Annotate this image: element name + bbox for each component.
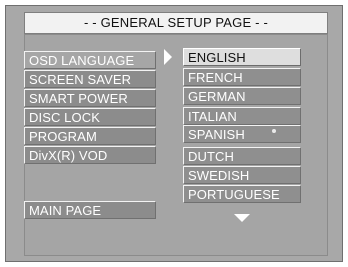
highlight-dot [272,129,276,133]
main-page-label: MAIN PAGE [29,203,102,218]
language-option-italian[interactable]: ITALIAN [183,107,301,125]
language-option-label: PORTUGUESE [188,187,280,202]
language-option-label: SPANISH [188,127,245,142]
language-option-label: DUTCH [188,149,234,164]
menu-item-label: SMART POWER [29,91,128,106]
menu-item-screen-saver[interactable]: SCREEN SAVER [24,70,156,88]
main-page-button[interactable]: MAIN PAGE [24,201,156,219]
language-option-label: SWEDISH [188,168,250,183]
triangle-down-icon[interactable] [234,214,250,222]
menu-item-label: DivX(R) VOD [29,148,108,163]
menu-item-program[interactable]: PROGRAM [24,127,156,145]
language-option-french[interactable]: FRENCH [183,68,301,86]
menu-item-label: DISC LOCK [29,110,100,125]
language-option-german[interactable]: GERMAN [183,87,301,105]
triangle-right-icon [164,49,172,65]
menu-item-divx-vod[interactable]: DivX(R) VOD [24,146,156,164]
menu-item-label: SCREEN SAVER [29,72,132,87]
menu-item-smart-power[interactable]: SMART POWER [24,89,156,107]
menu-item-label: PROGRAM [29,129,97,144]
menu-item-osd-language[interactable]: OSD LANGUAGE [24,51,156,69]
setup-screen: - - GENERAL SETUP PAGE - - OSD LANGUAGE … [5,5,343,262]
language-option-portuguese[interactable]: PORTUGUESE [183,185,301,203]
page-title: - - GENERAL SETUP PAGE - - [24,12,328,34]
language-option-label: ENGLISH [188,50,246,65]
language-option-english[interactable]: ENGLISH [183,48,301,66]
language-option-dutch[interactable]: DUTCH [183,147,301,165]
menu-item-disc-lock[interactable]: DISC LOCK [24,108,156,126]
menu-item-label: OSD LANGUAGE [29,53,135,68]
language-option-label: GERMAN [188,89,246,104]
language-option-swedish[interactable]: SWEDISH [183,166,301,184]
language-option-spanish[interactable]: SPANISH [183,125,301,143]
language-option-label: ITALIAN [188,109,237,124]
language-option-label: FRENCH [188,70,243,85]
